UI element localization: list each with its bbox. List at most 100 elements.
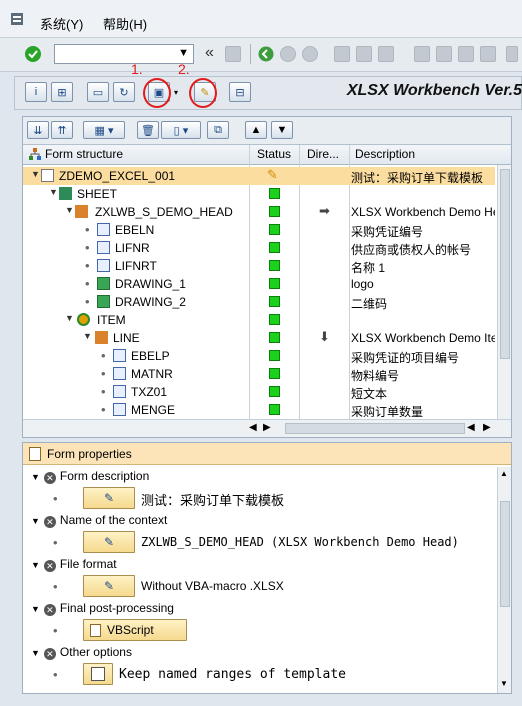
move-up-button[interactable]: ▲ bbox=[245, 121, 267, 139]
scroll-thumb[interactable] bbox=[500, 169, 510, 359]
scroll-left-icon[interactable]: ◀ bbox=[249, 422, 257, 433]
print-icon[interactable] bbox=[334, 46, 350, 62]
collapse-toggle-icon[interactable]: ▼ bbox=[31, 560, 40, 570]
collapse-toggle-icon[interactable]: ▼ bbox=[31, 516, 40, 526]
tree-row-line[interactable]: ▼ LINE ⬇ XLSX Workbench Demo Item bbox=[23, 329, 495, 347]
tree-row-lifnr[interactable]: • LIFNR 供应商或债权人的帐号 bbox=[23, 239, 495, 257]
tree-node-description: logo bbox=[351, 277, 374, 291]
chevron-down-icon[interactable]: ▼ bbox=[178, 47, 189, 59]
scroll-down-icon[interactable]: ▼ bbox=[500, 679, 508, 688]
collapse-toggle-icon[interactable]: ▼ bbox=[65, 313, 74, 323]
vbscript-button[interactable]: VBScript bbox=[83, 619, 187, 641]
collapse-toolbar-icon[interactable]: « bbox=[205, 44, 214, 62]
previous-page-icon[interactable] bbox=[436, 46, 452, 62]
edit-context-button[interactable]: ✎ bbox=[83, 531, 135, 553]
section-context[interactable]: ▼ ✕ Name of the context bbox=[31, 513, 167, 528]
back-icon[interactable] bbox=[258, 46, 274, 62]
system-menu-icon[interactable] bbox=[10, 12, 24, 26]
field-icon bbox=[97, 259, 110, 272]
scroll-right-icon[interactable]: ▶ bbox=[263, 422, 271, 433]
tree-row-drawing-2[interactable]: • DRAWING_2 二维码 bbox=[23, 293, 495, 311]
activate-button[interactable]: ↻ bbox=[113, 82, 135, 102]
tree-row-zxlwb-s-demo-head[interactable]: ▼ ZXLWB_S_DEMO_HEAD ➡ XLSX Workbench Dem… bbox=[23, 203, 495, 221]
dropdown-icon[interactable]: ▾ bbox=[174, 88, 178, 97]
toolbar-separator bbox=[250, 44, 251, 64]
first-page-icon[interactable] bbox=[414, 46, 430, 62]
insert-node-button[interactable]: ▦ ▾ bbox=[83, 121, 125, 139]
tree-row-lifnrt[interactable]: • LIFNRT 名称 1 bbox=[23, 257, 495, 275]
collapse-toggle-icon[interactable]: ▼ bbox=[31, 169, 40, 179]
col-status[interactable]: Status bbox=[257, 147, 291, 161]
checkbox-icon bbox=[91, 667, 105, 681]
tree-row-zdemo-excel-001[interactable]: ▼ ZDEMO_EXCEL_001 ✎ 测试：采购订单下载模板 bbox=[23, 167, 495, 185]
display-change-button[interactable]: ▭ bbox=[87, 82, 109, 102]
tree-row-ebeln[interactable]: • EBELN 采购凭证编号 bbox=[23, 221, 495, 239]
window-icon: ▭ bbox=[92, 86, 104, 99]
tree-row-menge[interactable]: • MENGE 采购订单数量 bbox=[23, 401, 495, 417]
refresh-icon: ↻ bbox=[119, 86, 129, 99]
tree-row-item[interactable]: ▼ ITEM bbox=[23, 311, 495, 329]
delete-button[interactable]: 🗑 bbox=[137, 121, 159, 139]
paste-button[interactable]: ⧉ bbox=[207, 121, 229, 139]
hierarchy-button[interactable]: ⊞ bbox=[51, 82, 73, 102]
next-page-icon[interactable] bbox=[458, 46, 474, 62]
collapse-all-button[interactable]: ⇈ bbox=[51, 121, 73, 139]
context-button[interactable]: ⊟ bbox=[229, 82, 251, 102]
menu-help[interactable]: 帮助(H) bbox=[103, 14, 147, 33]
scroll-right-icon[interactable]: ▶ bbox=[483, 422, 491, 433]
close-circle-icon: ✕ bbox=[43, 604, 56, 616]
collapse-toggle-icon[interactable]: ▼ bbox=[49, 187, 58, 197]
leaf-bullet: • bbox=[53, 491, 58, 506]
tree-horizontal-scrollbar[interactable]: ◀ ▶ ◀ ▶ bbox=[23, 419, 511, 437]
section-post-processing[interactable]: ▼ ✕ Final post-processing bbox=[31, 601, 174, 616]
new-session-icon[interactable] bbox=[506, 46, 518, 62]
status-ok-icon bbox=[269, 242, 280, 253]
collapse-toggle-icon[interactable]: ▼ bbox=[31, 472, 40, 482]
save-icon[interactable] bbox=[225, 46, 241, 62]
find-icon[interactable] bbox=[356, 46, 372, 62]
collapse-toggle-icon[interactable]: ▼ bbox=[83, 331, 92, 341]
enter-icon[interactable] bbox=[24, 45, 42, 63]
move-down-button[interactable]: ▼ bbox=[271, 121, 293, 139]
section-form-description[interactable]: ▼ ✕ Form description bbox=[31, 469, 149, 484]
collapse-toggle-icon[interactable]: ▼ bbox=[65, 205, 74, 215]
edit-description-button[interactable]: ✎ bbox=[83, 487, 135, 509]
keep-named-ranges-checkbox[interactable] bbox=[83, 663, 113, 685]
tree-vertical-scrollbar[interactable] bbox=[497, 165, 511, 421]
tree-row-sheet[interactable]: ▼ SHEET bbox=[23, 185, 495, 203]
exit-icon[interactable] bbox=[280, 46, 296, 62]
keep-named-ranges-label: Keep named ranges of template bbox=[119, 667, 346, 682]
scroll-thumb[interactable] bbox=[285, 423, 465, 434]
command-field[interactable]: ▼ bbox=[54, 44, 194, 64]
scroll-up-icon[interactable]: ▲ bbox=[500, 469, 508, 478]
collapse-toggle-icon[interactable]: ▼ bbox=[31, 648, 40, 658]
collapse-toggle-icon[interactable]: ▼ bbox=[31, 604, 40, 614]
script-icon bbox=[90, 623, 101, 637]
scroll-left-icon[interactable]: ◀ bbox=[467, 422, 475, 433]
scroll-thumb[interactable] bbox=[500, 501, 510, 607]
tree-row-ebelp[interactable]: • EBELP 采购凭证的项目编号 bbox=[23, 347, 495, 365]
find-next-icon[interactable] bbox=[378, 46, 394, 62]
col-direction[interactable]: Dire... bbox=[307, 147, 339, 161]
info-button[interactable]: i bbox=[25, 82, 47, 102]
form-structure-panel: ⇊ ⇈ ▦ ▾ 🗑 ▯ ▾ ⧉ ▲ ▼ Form structure Statu… bbox=[22, 116, 512, 438]
last-page-icon[interactable] bbox=[480, 46, 496, 62]
tree-row-txz01[interactable]: • TXZ01 短文本 bbox=[23, 383, 495, 401]
section-other-options[interactable]: ▼ ✕ Other options bbox=[31, 645, 132, 660]
properties-title: Form properties bbox=[47, 447, 132, 461]
properties-header: Form properties bbox=[23, 443, 511, 465]
col-form-structure[interactable]: Form structure bbox=[45, 147, 123, 161]
edit-file-format-button[interactable]: ✎ bbox=[83, 575, 135, 597]
cancel-icon[interactable] bbox=[302, 46, 318, 62]
expand-all-button[interactable]: ⇊ bbox=[27, 121, 49, 139]
section-file-format[interactable]: ▼ ✕ File format bbox=[31, 557, 117, 572]
menu-system[interactable]: 系统(Y) bbox=[40, 14, 83, 33]
leaf-bullet: • bbox=[53, 579, 58, 594]
status-ok-icon bbox=[269, 350, 280, 361]
col-description[interactable]: Description bbox=[355, 147, 415, 161]
tree-node-description: XLSX Workbench Demo Head bbox=[351, 205, 495, 219]
tree-row-drawing-1[interactable]: • DRAWING_1 logo bbox=[23, 275, 495, 293]
properties-vertical-scrollbar[interactable]: ▲ ▼ bbox=[497, 467, 511, 693]
tree-row-matnr[interactable]: • MATNR 物料编号 bbox=[23, 365, 495, 383]
copy-button[interactable]: ▯ ▾ bbox=[161, 121, 201, 139]
